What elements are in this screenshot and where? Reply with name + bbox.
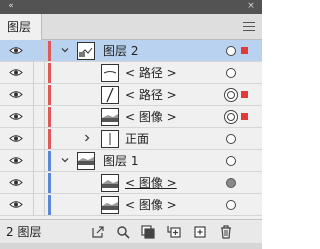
item-name[interactable]: < 图像 > <box>125 175 177 191</box>
item-name[interactable]: 正面 <box>125 131 149 147</box>
divider <box>33 194 34 216</box>
path-thumbnail <box>101 64 119 82</box>
selected-art-square[interactable] <box>241 113 248 120</box>
layer-color-bar <box>48 63 51 83</box>
target-circle-icon[interactable] <box>226 134 236 144</box>
divider <box>44 150 45 172</box>
divider <box>33 40 34 62</box>
layer-color-bar <box>48 151 51 171</box>
divider <box>44 128 45 150</box>
item-name[interactable]: < 图像 > <box>125 197 177 213</box>
eye-icon[interactable] <box>9 68 23 77</box>
image-thumbnail <box>101 174 119 192</box>
image-thumbnail <box>101 196 119 214</box>
layer-row-group[interactable]: 正面 <box>0 128 262 150</box>
panel-menu-icon[interactable] <box>243 22 255 31</box>
target-circle-icon[interactable] <box>226 46 236 56</box>
layer-thumbnail <box>77 42 95 60</box>
target-circle-icon[interactable] <box>226 68 236 78</box>
eye-icon[interactable] <box>9 156 23 165</box>
item-name[interactable]: < 图像 > <box>125 109 177 125</box>
target-filled-icon[interactable] <box>226 178 236 188</box>
eye-icon[interactable] <box>9 112 23 121</box>
layer-row-image[interactable]: < 图像 > <box>0 194 262 216</box>
tab-layers[interactable]: 图层 <box>0 14 42 40</box>
collapse-icon[interactable]: « <box>6 2 16 11</box>
layer-count-label: 2 图层 <box>6 225 42 239</box>
new-sublayer-icon[interactable] <box>166 224 182 240</box>
new-layer-icon[interactable] <box>192 224 208 240</box>
layer-thumbnail <box>77 152 95 170</box>
layer-row-path[interactable]: < 路径 > <box>0 84 262 106</box>
target-appearance-icon[interactable] <box>224 110 238 124</box>
panel-footer: 2 图层 <box>0 219 262 243</box>
layer-color-bar <box>48 107 51 127</box>
eye-icon[interactable] <box>9 178 23 187</box>
divider <box>44 40 45 62</box>
chevron-right-icon[interactable] <box>82 133 92 143</box>
eye-icon[interactable] <box>9 46 23 55</box>
divider <box>33 150 34 172</box>
clipping-mask-icon[interactable] <box>140 224 156 240</box>
export-icon[interactable] <box>90 224 106 240</box>
layer-row-layer-1[interactable]: 图层 1 <box>0 150 262 172</box>
layer-row-layer-2[interactable]: 图层 2 <box>0 40 262 62</box>
item-name[interactable]: < 路径 > <box>125 87 177 103</box>
layer-color-bar <box>48 41 51 61</box>
path-thumbnail <box>101 86 119 104</box>
layer-color-bar <box>48 129 51 149</box>
selected-art-square[interactable] <box>241 91 248 98</box>
divider <box>33 128 34 150</box>
layer-color-bar <box>48 173 51 193</box>
panel-title-bar[interactable]: « × <box>0 0 262 14</box>
eye-icon[interactable] <box>9 90 23 99</box>
target-appearance-icon[interactable] <box>224 88 238 102</box>
divider <box>44 62 45 84</box>
divider <box>33 172 34 194</box>
divider <box>44 172 45 194</box>
divider <box>44 194 45 216</box>
layer-color-bar <box>48 85 51 105</box>
chevron-down-icon[interactable] <box>60 45 70 55</box>
divider <box>33 106 34 128</box>
target-circle-icon[interactable] <box>226 156 236 166</box>
image-thumbnail <box>101 108 119 126</box>
divider <box>44 84 45 106</box>
layer-name[interactable]: 图层 1 <box>103 153 138 169</box>
layers-list: 图层 2 < 路径 > < 路径 > < 图像 > 正面 图层 1 < 图像 >… <box>0 40 262 219</box>
layer-row-image[interactable]: < 图像 > <box>0 172 262 194</box>
layer-row-path[interactable]: < 路径 > <box>0 62 262 84</box>
divider <box>33 84 34 106</box>
eye-icon[interactable] <box>9 200 23 209</box>
chevron-down-icon[interactable] <box>60 155 70 165</box>
divider <box>33 62 34 84</box>
layer-name[interactable]: 图层 2 <box>103 43 138 59</box>
layer-color-bar <box>48 195 51 215</box>
panel-tab-bar: 图层 <box>0 14 262 40</box>
close-icon[interactable]: × <box>246 2 256 11</box>
item-name[interactable]: < 路径 > <box>125 65 177 81</box>
delete-icon[interactable] <box>218 224 234 240</box>
group-thumbnail <box>101 130 119 148</box>
target-circle-icon[interactable] <box>226 200 236 210</box>
selected-art-square[interactable] <box>241 47 248 54</box>
layer-row-image[interactable]: < 图像 > <box>0 106 262 128</box>
panel-bottom-edge <box>0 243 262 249</box>
search-icon[interactable] <box>115 224 131 240</box>
divider <box>44 106 45 128</box>
eye-icon[interactable] <box>9 134 23 143</box>
